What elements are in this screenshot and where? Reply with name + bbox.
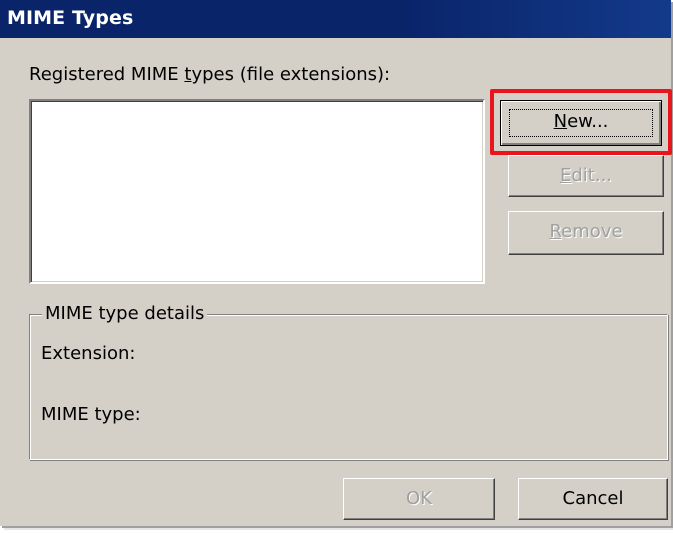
edit-button-label: Edit... (559, 165, 613, 186)
window-title: MIME Types (7, 7, 134, 29)
remove-button[interactable]: Remove (508, 211, 664, 255)
cancel-button-label: Cancel (562, 488, 624, 509)
title-bar[interactable]: MIME Types (0, 0, 671, 38)
extension-label: Extension: (41, 343, 136, 364)
edit-button[interactable]: Edit... (508, 155, 664, 197)
new-button[interactable]: New... (500, 100, 662, 146)
mime-type-details-group (29, 314, 668, 460)
mime-types-list[interactable] (29, 99, 485, 284)
cancel-button[interactable]: Cancel (518, 478, 668, 520)
registered-types-label: Registered MIME types (file extensions): (29, 64, 391, 85)
remove-button-label: Remove (549, 221, 623, 242)
mime-types-dialog: MIME Types Registered MIME types (file e… (0, 0, 672, 526)
ok-button[interactable]: OK (343, 478, 495, 520)
mime-type-label: MIME type: (41, 404, 141, 425)
mime-type-details-legend: MIME type details (42, 303, 208, 324)
new-button-label: New... (553, 111, 609, 132)
ok-button-label: OK (406, 488, 432, 509)
